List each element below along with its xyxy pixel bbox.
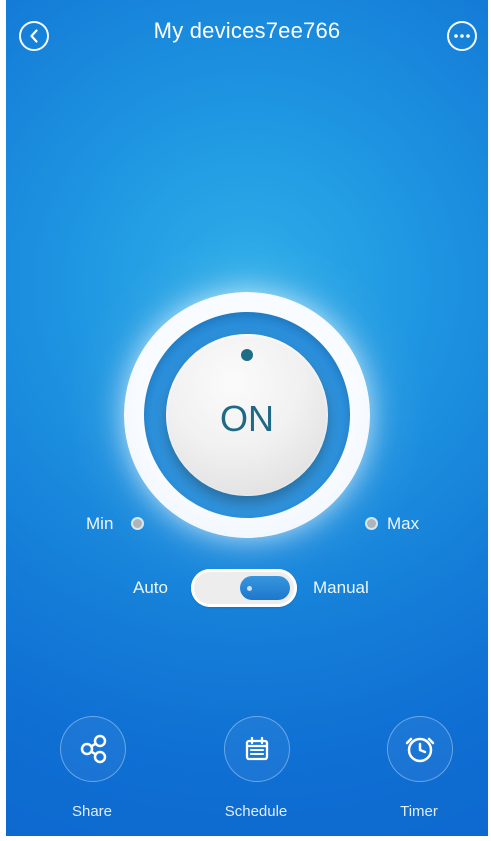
share-button[interactable] [60,716,126,782]
mode-toggle[interactable] [191,569,297,607]
max-dot-icon [367,519,376,528]
more-button[interactable] [447,21,477,51]
alarm-clock-icon [405,737,435,763]
toggle-knob[interactable] [240,576,290,600]
schedule-action[interactable]: Schedule [217,716,295,826]
min-dot-icon [133,519,142,528]
top-bar: My devices7ee766 [6,0,488,76]
auto-label: Auto [133,578,168,597]
power-button[interactable]: ON [166,334,328,496]
schedule-button[interactable] [224,716,290,782]
manual-label: Manual [313,578,369,597]
timer-label: Timer [400,803,438,820]
share-action[interactable]: Share [53,716,131,826]
share-icon [80,734,107,764]
page-title: My devices7ee766 [153,18,341,43]
power-control: ON [124,292,370,538]
calendar-icon [245,736,269,761]
schedule-label: Schedule [224,803,288,820]
timer-button[interactable] [387,716,453,782]
max-label: Max [387,514,420,533]
ellipsis-icon [454,34,470,38]
min-label: Min [86,514,114,533]
power-state-label: ON [220,398,274,439]
timer-action[interactable]: Timer [380,716,458,826]
toggle-knob-dot-icon [247,586,252,591]
indicator-dot-icon [241,349,253,361]
device-control-screen: My devices7ee766 ON Min Max Auto Manual [6,0,488,836]
share-label: Share [71,803,113,820]
